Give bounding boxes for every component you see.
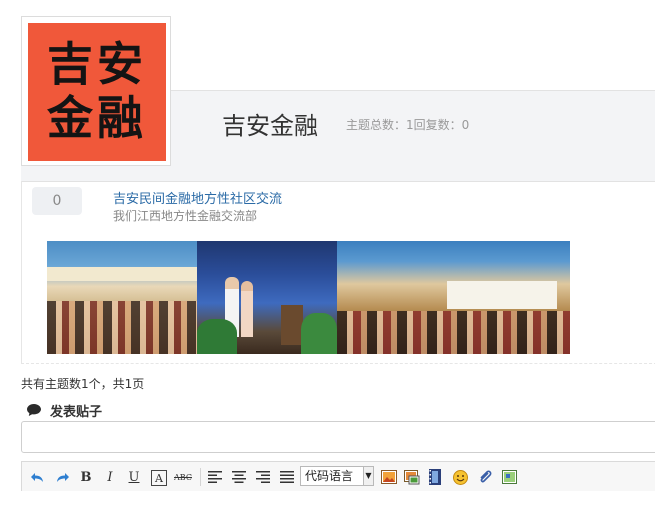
post-section-heading: 发表贴子 — [26, 401, 103, 420]
align-left-icon[interactable] — [207, 467, 223, 487]
banner-photo-left — [47, 241, 197, 354]
code-language-select[interactable]: 代码语言 ▼ — [300, 466, 374, 486]
chevron-down-icon: ▼ — [363, 467, 373, 485]
insert-image-icon[interactable] — [380, 467, 398, 487]
forum-logo: 吉安 金融 — [21, 16, 171, 166]
toolbar-separator — [200, 468, 201, 486]
post-title-input[interactable] — [21, 421, 655, 453]
reply-count-badge: 0 — [32, 187, 82, 215]
thread-title-link[interactable]: 吉安民间金融地方性社区交流 — [113, 188, 282, 207]
justify-icon[interactable] — [279, 467, 295, 487]
pagination-summary: 共有主题数1个，共1页 — [21, 377, 145, 391]
underline-icon[interactable]: U — [126, 467, 142, 487]
thread-banner-image — [47, 241, 570, 354]
editor-toolbar: B I U A ABC 代码语言 ▼ — [21, 461, 655, 491]
align-right-icon[interactable] — [255, 467, 271, 487]
speech-bubble-icon — [27, 404, 41, 416]
strikethrough-icon[interactable]: ABC — [173, 467, 193, 487]
code-language-label: 代码语言 — [305, 469, 354, 483]
insert-video-icon[interactable] — [427, 467, 443, 487]
redo-icon[interactable] — [54, 467, 70, 487]
insert-photo-icon[interactable] — [403, 467, 421, 487]
forum-logo-image: 吉安 金融 — [28, 23, 166, 161]
emoticon-icon[interactable] — [452, 467, 468, 487]
banner-photo-right — [337, 241, 570, 354]
italic-icon[interactable]: I — [102, 467, 118, 487]
font-color-icon[interactable]: A — [151, 470, 167, 486]
bold-icon[interactable]: B — [78, 467, 94, 487]
forum-title: 吉安金融 — [222, 112, 318, 140]
thread-description: 我们江西地方性金融交流部 — [113, 209, 258, 223]
banner-photo-middle — [197, 241, 337, 354]
attachment-icon[interactable] — [477, 467, 493, 487]
insert-table-icon[interactable] — [501, 467, 517, 487]
align-center-icon[interactable] — [231, 467, 247, 487]
forum-stats: 主题总数：1回复数：0 — [346, 118, 470, 132]
logo-text: 吉安 金融 — [47, 37, 147, 145]
post-heading-label: 发表贴子 — [50, 404, 103, 420]
undo-icon[interactable] — [30, 467, 46, 487]
